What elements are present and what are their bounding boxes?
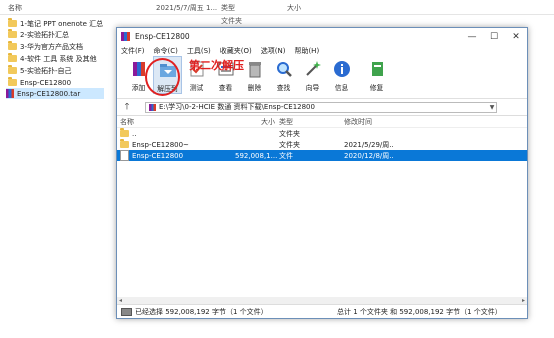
- annotation-circle: [145, 58, 180, 96]
- explorer-item[interactable]: 5-实验拓扑-自己: [8, 65, 112, 76]
- explorer-col-type[interactable]: 类型: [221, 3, 235, 13]
- drive-icon: [121, 307, 132, 316]
- maximize-button[interactable]: ☐: [483, 28, 505, 45]
- col-size[interactable]: 大小: [235, 117, 275, 127]
- explorer-item[interactable]: 4-软件 工具 系统 及其他: [8, 53, 112, 64]
- parent-folder-icon: [120, 128, 129, 137]
- minimize-button[interactable]: —: [461, 28, 483, 45]
- folder-icon: [8, 41, 17, 50]
- menu-tools[interactable]: 工具(S): [187, 46, 211, 56]
- explorer-col-modified[interactable]: 2021/5/7/周五 1...: [156, 3, 217, 13]
- delete-button[interactable]: 删除: [240, 56, 269, 94]
- repair-icon: [367, 59, 387, 79]
- horizontal-scrollbar[interactable]: ◂ ▸: [117, 297, 527, 304]
- repair-button[interactable]: 修复: [362, 56, 391, 94]
- winrar-app-icon: [121, 32, 130, 41]
- explorer-item[interactable]: 2-实验拓扑汇总: [8, 29, 112, 40]
- folder-icon: [120, 139, 129, 148]
- list-row-selected[interactable]: Ensp-CE12800 592,008,1... 文件 2020/12/8/周…: [117, 150, 527, 161]
- explorer-item[interactable]: 1-笔记 PPT onenote 汇总: [8, 18, 112, 29]
- file-list: 名称 大小 类型 修改时间 .. 文件夹 Ensp-CE12800~ 文件夹 2…: [117, 116, 527, 284]
- folder-icon: [8, 53, 17, 62]
- folder-icon: [8, 77, 17, 86]
- list-row[interactable]: .. 文件夹: [117, 128, 527, 139]
- menu-options[interactable]: 选项(N): [261, 46, 286, 56]
- col-type[interactable]: 类型: [279, 117, 293, 127]
- status-bar: 已经选择 592,008,192 字节（1 个文件） 总计 1 个文件夹 和 5…: [117, 304, 527, 318]
- annotation-text: 第二次解压: [189, 59, 244, 72]
- list-header: 名称 大小 类型 修改时间: [117, 116, 527, 128]
- explorer-item[interactable]: 3-华为官方产品文档: [8, 41, 112, 52]
- path-text: E:\学习\0-2-HCIE 数通 资料下载\Ensp-CE12800: [159, 103, 315, 111]
- path-bar: 🡑 E:\学习\0-2-HCIE 数通 资料下载\Ensp-CE12800 ▼: [117, 99, 527, 116]
- path-field[interactable]: E:\学习\0-2-HCIE 数通 资料下载\Ensp-CE12800 ▼: [145, 101, 497, 113]
- folder-icon: [8, 29, 17, 38]
- chevron-down-icon[interactable]: ▼: [488, 104, 496, 111]
- wizard-button[interactable]: 向导: [298, 56, 327, 94]
- list-row[interactable]: Ensp-CE12800~ 文件夹 2021/5/29/周...: [117, 139, 527, 150]
- find-button[interactable]: 查找: [269, 56, 298, 94]
- scroll-right-icon[interactable]: ▸: [520, 297, 527, 304]
- folder-icon: [8, 65, 17, 74]
- explorer-col-name[interactable]: 名称: [8, 3, 22, 13]
- explorer-item-selected[interactable]: Ensp-CE12800.tar: [6, 88, 104, 99]
- info-icon: [332, 59, 352, 79]
- toolbar: 添加 解压到 测试 查看 删除 查找 向导 信息 修复 第二次解压: [117, 56, 527, 99]
- explorer-item[interactable]: Ensp-CE12800: [8, 77, 112, 88]
- scroll-left-icon[interactable]: ◂: [117, 297, 124, 304]
- menu-help[interactable]: 帮助(H): [294, 46, 319, 56]
- info-button[interactable]: 信息: [327, 56, 356, 94]
- delete-icon: [245, 59, 265, 79]
- file-icon: [120, 150, 129, 161]
- explorer-col-size[interactable]: 大小: [287, 3, 301, 13]
- title-bar[interactable]: Ensp-CE12800 — ☐ ✕: [117, 28, 527, 45]
- wizard-icon: [303, 59, 323, 79]
- folder-icon: [8, 18, 17, 27]
- menu-command[interactable]: 命令(C): [154, 46, 178, 56]
- winrar-window: Ensp-CE12800 — ☐ ✕ 文件(F) 命令(C) 工具(S) 收藏夹…: [116, 27, 528, 319]
- archive-icon: [149, 103, 156, 111]
- explorer-first-row-type: 文件夹: [221, 17, 242, 25]
- find-icon: [274, 59, 294, 79]
- col-name[interactable]: 名称: [120, 117, 134, 127]
- status-right: 总计 1 个文件夹 和 592,008,192 字节（1 个文件）: [337, 307, 502, 316]
- menu-favorites[interactable]: 收藏夹(O): [220, 46, 252, 56]
- status-left: 已经选择 592,008,192 字节（1 个文件）: [135, 307, 268, 316]
- menu-bar: 文件(F) 命令(C) 工具(S) 收藏夹(O) 选项(N) 帮助(H): [117, 45, 527, 56]
- close-button[interactable]: ✕: [505, 28, 527, 45]
- up-arrow-icon[interactable]: 🡑: [120, 99, 134, 115]
- window-title: Ensp-CE12800: [135, 32, 190, 41]
- menu-file[interactable]: 文件(F): [121, 46, 145, 56]
- rar-file-icon: [6, 89, 14, 98]
- explorer-column-header: 名称 2021/5/7/周五 1... 类型 大小: [0, 0, 554, 15]
- col-modified[interactable]: 修改时间: [344, 117, 372, 127]
